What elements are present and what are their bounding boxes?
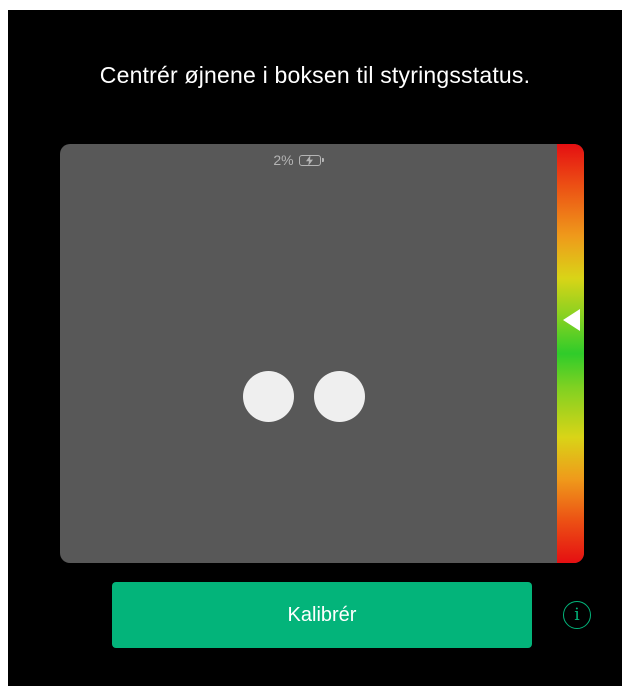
battery-percent: 2% (273, 152, 294, 168)
eye-tracking-screen: Centrér øjnene i boksen til styringsstat… (8, 10, 622, 686)
info-glyph: i (574, 605, 580, 625)
tracking-status-bar (557, 144, 584, 563)
status-marker-icon (563, 309, 580, 331)
battery-status: 2% (60, 152, 534, 168)
instruction-title: Centrér øjnene i boksen til styringsstat… (99, 62, 531, 88)
info-icon[interactable]: i (563, 601, 591, 629)
tracking-box: 2% (60, 144, 584, 563)
battery-charging-icon (298, 154, 324, 166)
right-eye (314, 371, 365, 422)
left-eye (243, 371, 294, 422)
calibrate-button[interactable]: Kalibrér (112, 582, 532, 648)
